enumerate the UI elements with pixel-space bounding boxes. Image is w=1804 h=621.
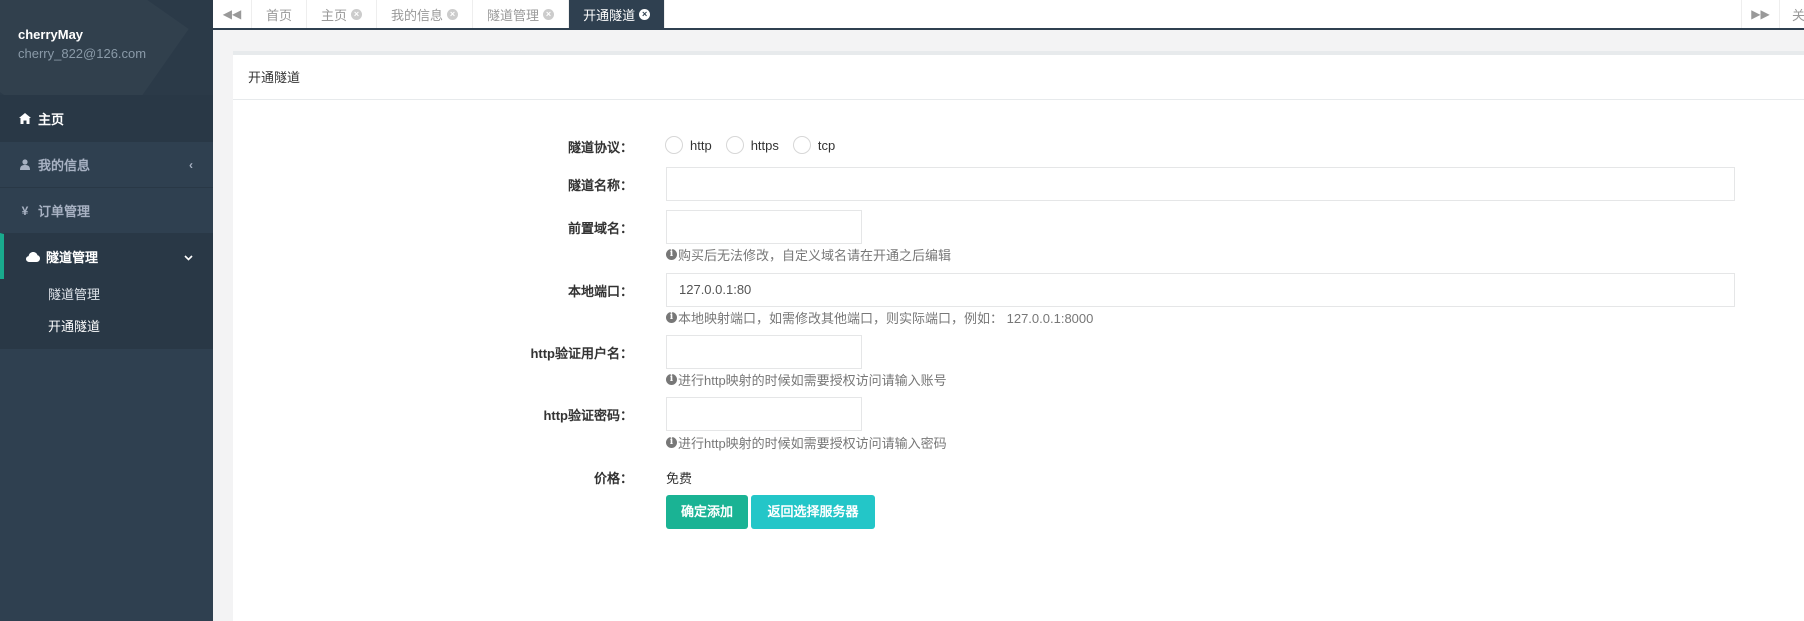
sidebar-item-label: 隧道管理 [46,250,99,265]
sidebar-item-label: 我的信息 [38,158,91,173]
confirm-add-button[interactable]: 确定添加 [666,495,748,529]
tunnel-name-input[interactable] [666,167,1735,201]
info-icon: i [666,374,677,385]
close-tab-icon[interactable]: × [639,8,651,20]
local-port-label: 本地端口： [567,284,633,299]
page-title: 开通隧道 [233,55,1804,100]
close-tab-icon[interactable]: × [543,8,555,20]
close-tab-icon[interactable]: × [447,8,459,20]
http-password-label: http验证密码： [543,408,633,423]
yen-icon: ¥ [21,203,29,218]
http-user-input[interactable] [666,335,862,369]
tab-first-page[interactable]: 首页 [252,0,308,28]
chevron-down-icon [184,250,193,264]
submenu-item-open-tunnel[interactable]: 开通隧道 [48,311,213,343]
scroll-left-button[interactable]: ◀◀ [213,0,252,28]
back-select-server-button[interactable]: 返回选择服务器 [751,495,875,529]
user-email: cherry_822@126.com [18,46,147,61]
sidebar-item-tunnels[interactable]: 隧道管理 [0,233,213,279]
tunnel-name-label: 隧道名称： [567,178,633,193]
local-port-input[interactable]: 127.0.0.1:80 [666,273,1735,307]
info-icon: i [666,312,677,323]
tunnels-submenu: 隧道管理 开通隧道 [0,279,213,349]
prefix-domain-input[interactable] [666,210,862,244]
user-name: cherryMay [18,27,84,42]
double-chevron-right-icon: ▶▶ [1751,7,1770,21]
info-icon: i [666,249,677,260]
http-user-label: http验证用户名： [530,346,633,361]
tab-bar: ◀◀ 首页 主页 × 我的信息 × 隧道管理 × 开通隧道 × ▶▶ 关闭 [213,0,1804,30]
tab-bar-right: ▶▶ 关闭 [1741,0,1804,28]
radio-circle[interactable] [792,136,811,154]
home-icon [18,113,32,124]
tab-my-info[interactable]: 我的信息 × [377,0,474,28]
tab-home[interactable]: 主页 × [307,0,378,28]
info-icon: i [666,437,677,448]
protocol-label: 隧道协议： [567,140,633,155]
submenu-item-tunnel-manage[interactable]: 隧道管理 [48,279,213,311]
double-chevron-left-icon: ◀◀ [222,7,242,21]
user-profile[interactable]: cherryMay cherry_822@126.com [0,0,213,95]
radio-tcp[interactable]: tcp [792,136,835,154]
http-user-help: i 进行http映射的时候如需要授权访问请输入账号 [666,370,947,389]
chevron-left-icon: ‹ [189,157,193,172]
sidebar-item-orders[interactable]: ¥ 订单管理 [0,187,213,233]
radio-https[interactable]: https [725,136,779,154]
sidebar-item-label: 订单管理 [38,204,91,219]
protocol-radio-group: http https tcp [665,136,849,154]
radio-http[interactable]: http [665,136,712,154]
prefix-domain-label: 前置域名： [567,221,633,236]
sidebar-item-label: 主页 [38,112,65,127]
http-password-help: i 进行http映射的时候如需要授权访问请输入密码 [666,433,947,452]
price-value: 免费 [666,471,693,486]
price-label: 价格： [593,471,633,486]
close-tabs-button[interactable]: 关闭 [1780,0,1804,28]
content-panel: 开通隧道 隧道协议： http https tcp 隧道名称： 前置域名： i … [233,51,1804,621]
user-icon [18,159,32,170]
http-password-input[interactable] [666,397,862,431]
sidebar: cherryMay cherry_822@126.com 主页 我的信息 ‹ ¥… [0,0,213,621]
scroll-right-button[interactable]: ▶▶ [1741,0,1780,28]
tab-open-tunnel[interactable]: 开通隧道 × [569,0,666,28]
cloud-icon [26,251,40,262]
radio-circle[interactable] [725,136,744,154]
sidebar-item-home[interactable]: 主页 [0,95,213,141]
local-port-help: i 本地映射端口，如需修改其他端口，则实际端口，例如： 127.0.0.1:80… [666,308,1093,327]
radio-circle[interactable] [665,136,683,154]
sidebar-item-my-info[interactable]: 我的信息 ‹ [0,141,213,187]
prefix-domain-help: i 购买后无法修改，自定义域名请在开通之后编辑 [666,245,951,264]
close-tab-icon[interactable]: × [351,8,363,20]
tab-tunnel-manage[interactable]: 隧道管理 × [473,0,570,28]
